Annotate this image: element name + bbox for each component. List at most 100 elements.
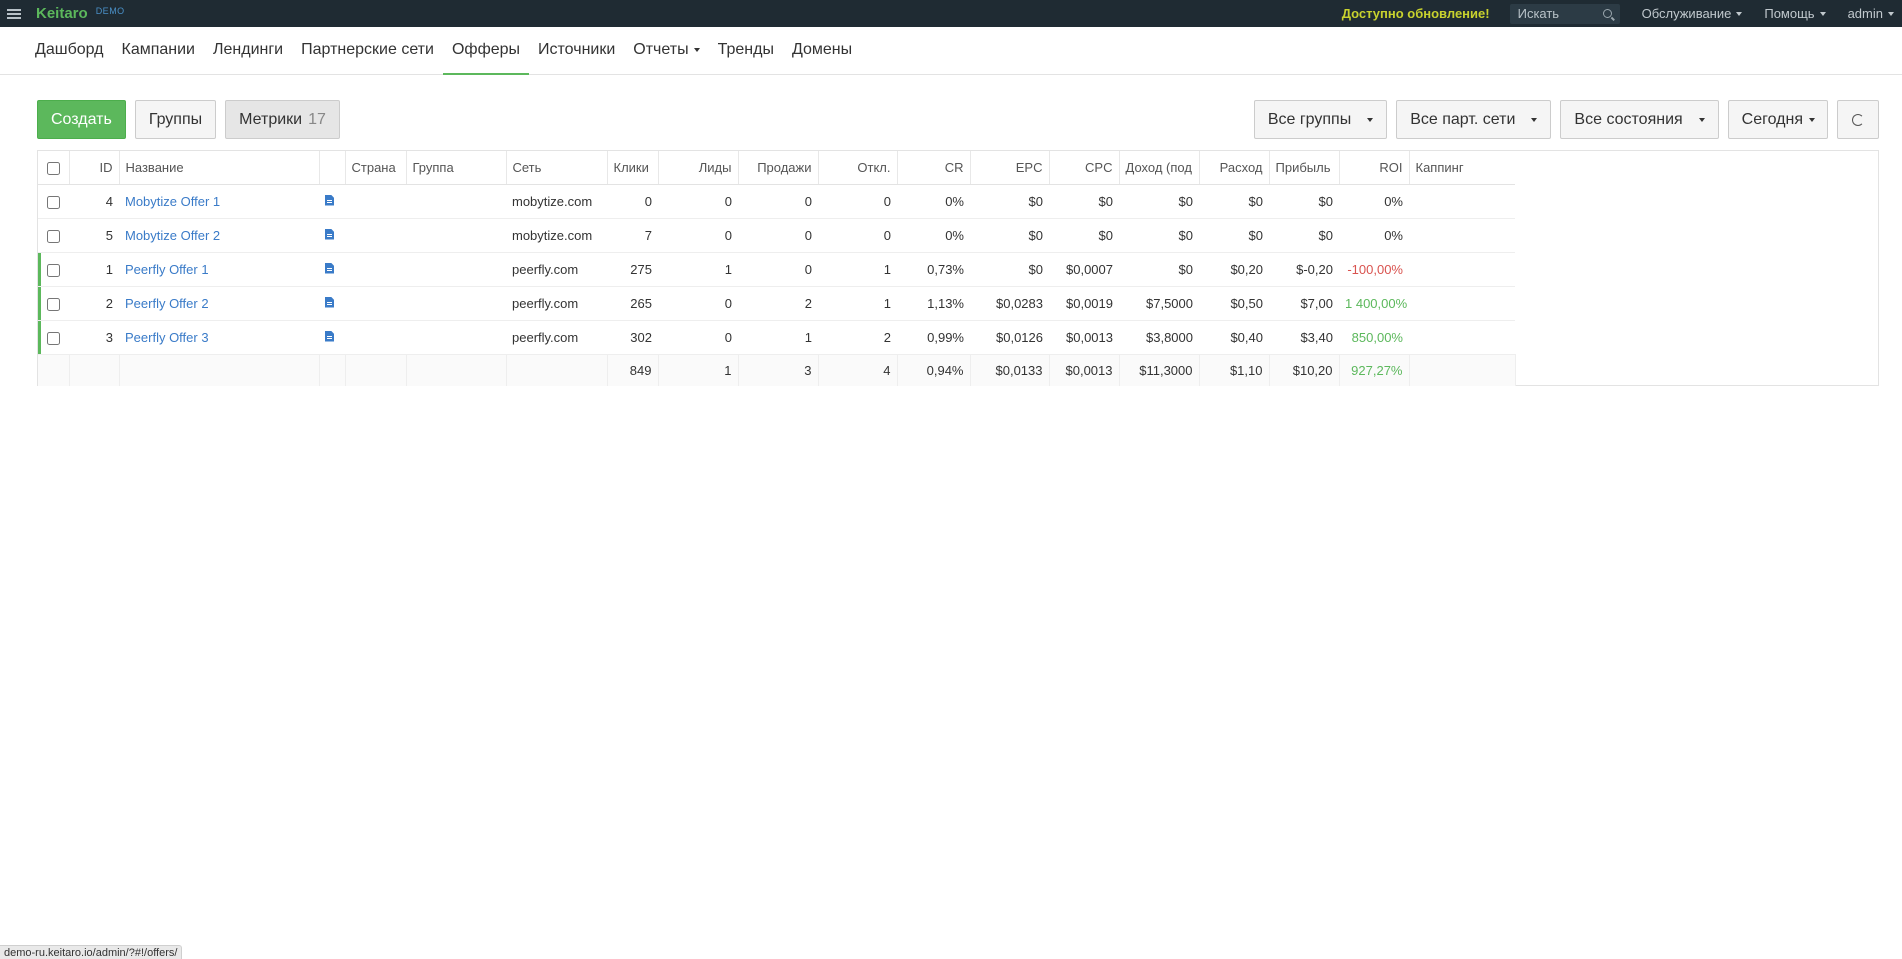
- column-header-clicks[interactable]: Клики: [607, 151, 659, 185]
- notes-document-icon[interactable]: [325, 330, 334, 342]
- offer-name-link[interactable]: Peerfly Offer 3: [125, 330, 209, 345]
- period-filter-dropdown[interactable]: Сегодня: [1727, 100, 1828, 139]
- row-rejected: 0: [818, 184, 897, 219]
- nav-item-affiliate-networks[interactable]: Партнерские сети: [292, 27, 443, 75]
- row-checkbox[interactable]: [47, 263, 60, 277]
- nav-item-dashboard[interactable]: Дашборд: [26, 27, 113, 75]
- service-menu[interactable]: Обслуживание: [1642, 6, 1743, 21]
- row-network: peerfly.com: [506, 286, 607, 321]
- groups-button[interactable]: Группы: [134, 100, 217, 139]
- notes-document-icon[interactable]: [325, 296, 334, 308]
- nav-item-campaigns[interactable]: Кампании: [113, 27, 205, 75]
- row-checkbox[interactable]: [47, 195, 60, 209]
- row-cr: 0%: [897, 184, 970, 219]
- totals-empty-cell: [345, 354, 407, 386]
- row-checkbox[interactable]: [47, 229, 60, 243]
- states-filter-dropdown[interactable]: Все состояния: [1560, 100, 1719, 139]
- column-header-country[interactable]: Страна: [345, 151, 407, 185]
- notes-document-icon[interactable]: [325, 228, 334, 240]
- column-header-profit[interactable]: Прибыль: [1269, 151, 1340, 185]
- column-header-cost[interactable]: Расход: [1199, 151, 1270, 185]
- row-revenue: $0: [1119, 184, 1199, 219]
- table-row[interactable]: 5 Mobytize Offer 2 mobytize.com 7 0 0 0 0% $0 $0 $…: [38, 218, 1515, 253]
- row-leads: 0: [658, 184, 738, 219]
- nav-item-trends[interactable]: Тренды: [709, 27, 783, 75]
- row-rejected: 0: [818, 218, 897, 253]
- search-input[interactable]: [1517, 6, 1598, 21]
- row-roi: 1 400,00%: [1339, 286, 1409, 321]
- nav-item-sources[interactable]: Источники: [529, 27, 624, 75]
- row-checkbox-cell: [38, 320, 69, 355]
- row-profit: $0: [1269, 218, 1339, 253]
- nav-item-domains[interactable]: Домены: [783, 27, 861, 75]
- row-cost: $0,50: [1199, 286, 1269, 321]
- column-header-capping[interactable]: Каппинг: [1409, 151, 1515, 185]
- column-header-roi[interactable]: ROI: [1339, 151, 1410, 185]
- table-row[interactable]: 4 Mobytize Offer 1 mobytize.com 0 0 0 0 0% $0 $0 $…: [38, 184, 1515, 219]
- top-bar: Keitaro DEMO Доступно обновление! Обслуж…: [0, 0, 1902, 27]
- row-id: 3: [69, 320, 119, 355]
- column-header-group[interactable]: Группа: [406, 151, 507, 185]
- column-header-name[interactable]: Название: [119, 151, 320, 185]
- row-revenue: $7,5000: [1119, 286, 1199, 321]
- totals-row: 849 1 3 4 0,94% $0,0133 $0,0013 $11,3000 $1,10 $1…: [38, 354, 1516, 386]
- groups-filter-dropdown[interactable]: Все группы: [1253, 100, 1388, 139]
- row-sales: 0: [738, 252, 818, 287]
- metrics-count-badge: 17: [308, 110, 326, 128]
- networks-filter-label: Все парт. сети: [1410, 110, 1516, 128]
- row-checkbox[interactable]: [47, 331, 60, 345]
- row-cost: $0: [1199, 184, 1269, 219]
- brand-logo[interactable]: Keitaro: [36, 5, 88, 22]
- table-row[interactable]: 1 Peerfly Offer 1 peerfly.com 275 1 0 1 0,73% $0…: [38, 252, 1515, 287]
- row-profit: $3,40: [1269, 320, 1339, 355]
- offer-name-link[interactable]: Peerfly Offer 1: [125, 262, 209, 277]
- row-roi: -100,00%: [1339, 252, 1409, 287]
- metrics-button[interactable]: Метрики 17: [225, 100, 340, 139]
- table-header-row: ID Название Страна Группа Сеть Клики Лид…: [38, 151, 1515, 185]
- row-profit: $7,00: [1269, 286, 1339, 321]
- table-row[interactable]: 2 Peerfly Offer 2 peerfly.com 265 0 2 1 1,13% $0…: [38, 286, 1515, 321]
- search-icon[interactable]: [1602, 9, 1612, 18]
- offer-name-link[interactable]: Mobytize Offer 1: [125, 194, 220, 209]
- menu-icon[interactable]: [7, 8, 21, 19]
- row-group: [406, 218, 506, 253]
- update-notice-link[interactable]: Доступно обновление!: [1342, 6, 1490, 21]
- row-network: peerfly.com: [506, 320, 607, 355]
- refresh-button[interactable]: [1837, 100, 1879, 139]
- column-header-revenue[interactable]: Доход (под: [1119, 151, 1200, 185]
- row-notes: [319, 286, 345, 321]
- nav-item-reports[interactable]: Отчеты: [624, 27, 708, 75]
- row-name: Mobytize Offer 1: [119, 184, 319, 219]
- create-button[interactable]: Создать: [37, 100, 126, 139]
- row-checkbox[interactable]: [47, 297, 60, 311]
- column-header-network[interactable]: Сеть: [506, 151, 608, 185]
- row-epc: $0,0283: [970, 286, 1049, 321]
- select-all-checkbox[interactable]: [46, 161, 60, 175]
- user-menu[interactable]: admin: [1848, 6, 1894, 21]
- search-box[interactable]: [1509, 3, 1620, 24]
- column-header-leads[interactable]: Лиды: [658, 151, 739, 185]
- row-group: [406, 320, 506, 355]
- nav-item-offers[interactable]: Офферы: [442, 27, 530, 75]
- row-id: 2: [69, 286, 119, 321]
- totals-empty-cell: [1409, 354, 1516, 386]
- row-capping: [1409, 286, 1515, 321]
- row-clicks: 275: [607, 252, 658, 287]
- column-header-sales[interactable]: Продажи: [738, 151, 819, 185]
- nav-item-landings[interactable]: Лендинги: [204, 27, 292, 75]
- column-header-epc[interactable]: EPC: [970, 151, 1050, 185]
- browser-status-url: demo-ru.keitaro.io/admin/?#!/offers/: [0, 945, 183, 959]
- table-row[interactable]: 3 Peerfly Offer 3 peerfly.com 302 0 1 2 0,99% $0…: [38, 320, 1515, 355]
- offer-name-link[interactable]: Mobytize Offer 2: [125, 228, 220, 243]
- column-header-notes: [319, 151, 346, 185]
- offer-name-link[interactable]: Peerfly Offer 2: [125, 296, 209, 311]
- column-header-rejected[interactable]: Откл.: [818, 151, 898, 185]
- notes-document-icon[interactable]: [325, 194, 334, 206]
- column-header-id[interactable]: ID: [69, 151, 120, 185]
- column-header-cpc[interactable]: CPC: [1049, 151, 1120, 185]
- notes-document-icon[interactable]: [325, 262, 334, 274]
- networks-filter-dropdown[interactable]: Все парт. сети: [1396, 100, 1552, 139]
- totals-sales: 3: [738, 354, 819, 386]
- column-header-cr[interactable]: CR: [897, 151, 971, 185]
- help-menu[interactable]: Помощь: [1764, 6, 1826, 21]
